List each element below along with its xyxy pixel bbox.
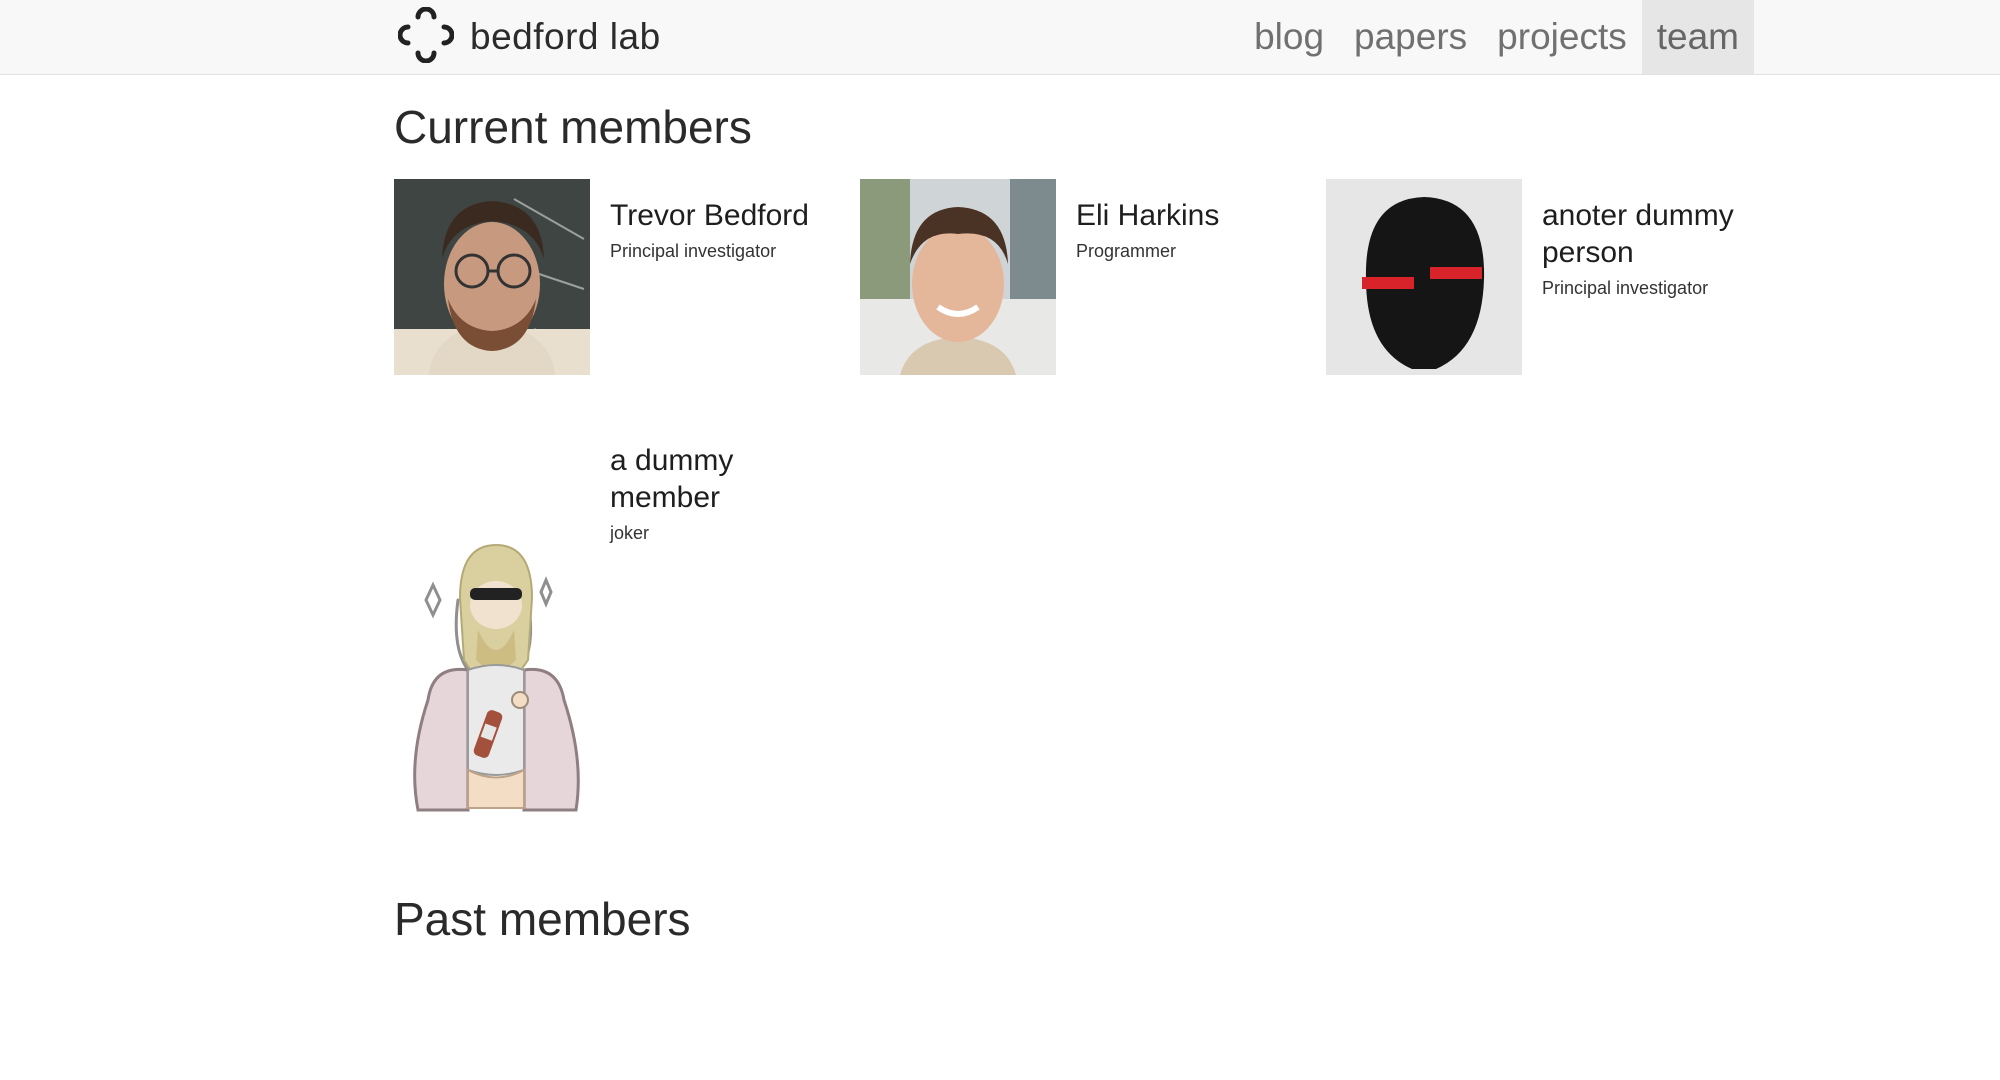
member-role: joker [610,523,650,543]
nav-team[interactable]: team [1641,0,1754,74]
past-members-heading: Past members [394,893,691,945]
member-card: Trevor Bedford Principal investigator [394,179,834,379]
member-role: Principal investigator [610,241,777,261]
brand-name: bedford lab [470,16,661,57]
member-role: Programmer [1076,241,1177,261]
brand-link[interactable]: bedford lab [397,6,661,68]
current-members-heading: Current members [394,101,752,153]
member-card: Eli Harkins Programmer [860,179,1300,379]
nav-blog[interactable]: blog [1239,0,1339,74]
member-name[interactable]: a dummy member [610,442,840,516]
member-photo[interactable] [398,540,594,830]
member-name[interactable]: Eli Harkins [1076,197,1306,234]
nav-papers[interactable]: papers [1339,0,1482,74]
member-info: Eli Harkins Programmer [1076,197,1306,264]
main-nav: blog papers projects team [1239,0,1754,74]
lab-logo-icon [397,6,455,68]
member-name[interactable]: Trevor Bedford [610,197,840,234]
top-navbar: bedford lab blog papers projects team [0,0,2000,75]
member-info: anoter dummy person Principal investigat… [1542,197,1772,301]
member-card: anoter dummy person Principal investigat… [1326,179,1766,379]
member-name[interactable]: anoter dummy person [1542,197,1772,271]
member-info: a dummy member joker [610,442,840,546]
member-photo[interactable] [1326,179,1522,375]
member-photo[interactable] [394,179,590,375]
member-role: Principal investigator [1542,278,1709,298]
member-photo[interactable] [860,179,1056,375]
member-info: Trevor Bedford Principal investigator [610,197,840,264]
nav-projects[interactable]: projects [1482,0,1642,74]
